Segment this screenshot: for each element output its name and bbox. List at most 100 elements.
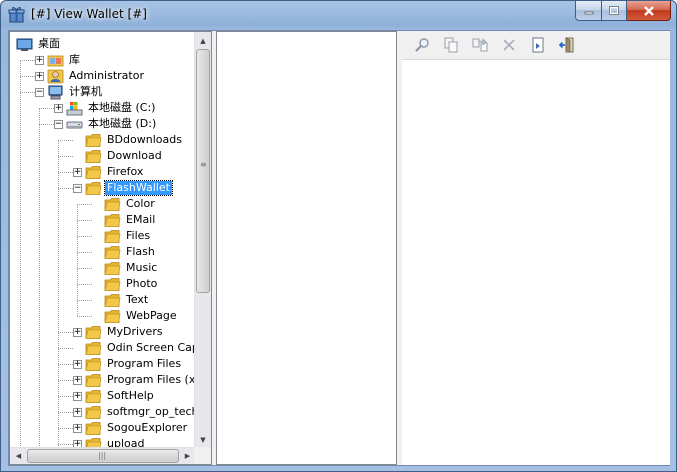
tree-item-label: Program Files: [107, 357, 182, 370]
tree-item-label: WebPage: [126, 309, 177, 322]
exit-door-icon: [559, 37, 574, 53]
minimize-button[interactable]: [575, 1, 601, 21]
expand-plus-icon[interactable]: +: [73, 407, 82, 417]
scroll-down-arrow-icon[interactable]: ▼: [195, 431, 211, 448]
expand-plus-icon[interactable]: +: [73, 359, 82, 369]
tree-item-label: Odin Screen Capture: [107, 341, 196, 354]
tree-item[interactable]: + 本地磁盘 (C:): [54, 100, 157, 116]
tree-item[interactable]: Odin Screen Capture: [73, 340, 196, 356]
client-area: 桌面 + 库 + Administrator − 计算机 + 本地磁盘 (C:) − 本地磁盘 (D…: [8, 30, 670, 466]
computer-icon: [48, 85, 63, 99]
scroll-corner: [194, 447, 211, 464]
magnifier-icon: [415, 38, 429, 52]
tree-item-label: EMail: [126, 213, 156, 226]
collapse-minus-icon[interactable]: −: [54, 119, 63, 129]
tree-item-label: Color: [126, 197, 155, 210]
tree-item[interactable]: Music: [92, 260, 159, 276]
folder-icon: [85, 133, 102, 147]
tree-item[interactable]: 桌面: [16, 36, 62, 52]
tree-item[interactable]: + softmgr_op_tech_pro: [73, 404, 196, 420]
properties-button[interactable]: [526, 34, 550, 56]
tree-guide-line: [58, 348, 73, 349]
folder-icon: [85, 373, 102, 387]
expand-plus-icon[interactable]: +: [73, 375, 82, 385]
tree-guide-line: [58, 444, 73, 445]
delete-button[interactable]: [497, 34, 521, 56]
horizontal-scroll-thumb[interactable]: |||: [27, 449, 179, 463]
expand-plus-icon[interactable]: +: [54, 103, 63, 113]
find-button[interactable]: [410, 34, 434, 56]
expand-plus-icon[interactable]: +: [35, 55, 44, 65]
tree-guide-line: [39, 108, 54, 109]
tree-item[interactable]: + Program Files: [73, 356, 183, 372]
folder-tree[interactable]: 桌面 + 库 + Administrator − 计算机 + 本地磁盘 (C:) − 本地磁盘 (D…: [9, 31, 212, 465]
tree-guide-line: [58, 396, 73, 397]
delete-x-icon: [503, 39, 515, 51]
tree-item[interactable]: + Program Files (x86): [73, 372, 196, 388]
tree-item[interactable]: Download: [73, 148, 164, 164]
tree-item[interactable]: − FlashWallet: [73, 180, 173, 196]
expand-plus-icon[interactable]: +: [73, 327, 82, 337]
expand-plus-icon[interactable]: +: [35, 71, 44, 81]
copy-icon: [444, 37, 458, 53]
tree-item[interactable]: + Administrator: [35, 68, 146, 84]
tree-item[interactable]: + SoftHelp: [73, 388, 156, 404]
tree-item[interactable]: + MyDrivers: [73, 324, 165, 340]
collapse-minus-icon[interactable]: −: [73, 183, 82, 193]
collapse-minus-icon[interactable]: −: [35, 87, 44, 97]
tree-item[interactable]: − 本地磁盘 (D:): [54, 116, 158, 132]
move-button[interactable]: [468, 34, 492, 56]
desktop-icon: [16, 38, 33, 51]
tree-item[interactable]: EMail: [92, 212, 157, 228]
vertical-scroll-thumb[interactable]: ≡: [196, 49, 210, 293]
tree-guide-line: [77, 204, 92, 205]
folder-icon: [104, 277, 121, 291]
window-title: [#] View Wallet [#]: [31, 7, 147, 21]
tree-item-label: SoftHelp: [107, 389, 154, 402]
tree-item[interactable]: − 计算机: [35, 84, 104, 100]
expand-plus-icon[interactable]: +: [73, 167, 82, 177]
tree-guide-line: [77, 284, 92, 285]
expand-plus-icon[interactable]: +: [73, 391, 82, 401]
copy-button[interactable]: [439, 34, 463, 56]
expand-plus-icon[interactable]: +: [73, 423, 82, 433]
tree-guide-line: [20, 60, 35, 61]
tree-item-label: SogouExplorer: [107, 421, 188, 434]
tree-item[interactable]: Files: [92, 228, 152, 244]
tree-item-label: 计算机: [69, 85, 102, 98]
folder-icon: [85, 405, 102, 419]
close-button[interactable]: [627, 1, 671, 21]
scroll-up-arrow-icon[interactable]: ▲: [195, 32, 211, 49]
tree-item[interactable]: Flash: [92, 244, 157, 260]
tree-item[interactable]: Color: [92, 196, 157, 212]
close-icon: [643, 5, 654, 16]
tree-item[interactable]: Text: [92, 292, 150, 308]
file-list-pane[interactable]: [216, 31, 397, 465]
tree-item[interactable]: BDdownloads: [73, 132, 184, 148]
tree-item-label: 本地磁盘 (C:): [88, 101, 156, 114]
tree-item[interactable]: WebPage: [92, 308, 179, 324]
user-icon: [47, 69, 64, 83]
tree-guide-line: [20, 92, 35, 93]
tree-guide-line: [39, 124, 54, 125]
tree-guide-line: [58, 380, 73, 381]
folder-icon: [85, 357, 102, 371]
tree-item[interactable]: Photo: [92, 276, 159, 292]
title-bar[interactable]: [#] View Wallet [#]: [1, 1, 676, 29]
tree-guide-line: [20, 60, 21, 448]
viewer-toolbar: [402, 31, 670, 60]
tree-item[interactable]: + 库: [35, 52, 82, 68]
scroll-left-arrow-icon[interactable]: ◀: [10, 448, 27, 464]
tree-horizontal-scrollbar[interactable]: ◀ ||| ▶: [10, 447, 196, 464]
maximize-button[interactable]: [601, 1, 627, 21]
move-icon: [472, 38, 488, 52]
folder-icon: [104, 229, 121, 243]
tree-guide-line: [58, 140, 73, 141]
tree-item[interactable]: + SogouExplorer: [73, 420, 189, 436]
exit-button[interactable]: [555, 34, 579, 56]
tree-item[interactable]: + Firefox: [73, 164, 145, 180]
tree-vertical-scrollbar[interactable]: ▲ ≡ ▼: [194, 32, 211, 448]
caption-buttons: [575, 1, 671, 21]
tree-guide-line: [77, 252, 92, 253]
viewer-pane[interactable]: [402, 31, 670, 465]
